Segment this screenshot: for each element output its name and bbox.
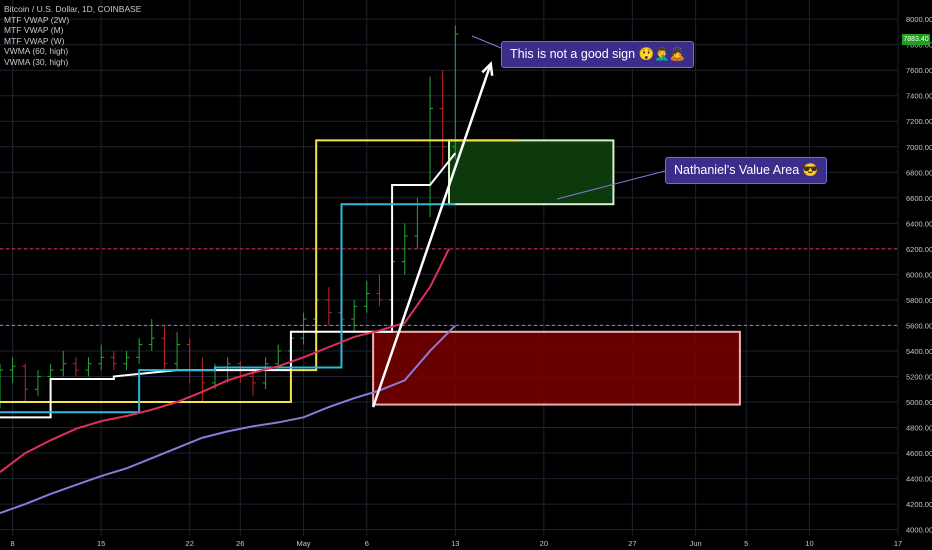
y-tick-label: 7400.00 <box>906 92 932 101</box>
candle <box>72 357 79 377</box>
y-tick-label: 6600.00 <box>906 194 932 203</box>
candle <box>237 361 244 383</box>
candle <box>85 357 92 377</box>
value-area-box <box>448 139 615 206</box>
x-tick-label: 26 <box>236 539 244 548</box>
candle <box>123 350 130 371</box>
y-tick-label: 5800.00 <box>906 296 932 305</box>
grid-lines <box>0 0 899 536</box>
indicator-vwap-2w[interactable]: MTF VWAP (2W) <box>4 15 141 26</box>
callout-pointer-sign <box>471 35 502 49</box>
y-tick-label: 7200.00 <box>906 117 932 126</box>
x-tick-label: 15 <box>97 539 105 548</box>
indicator-lines <box>0 139 519 514</box>
y-tick-label: 7600.00 <box>906 66 932 75</box>
candle <box>439 70 446 166</box>
candle <box>98 344 105 371</box>
candle <box>110 350 117 371</box>
y-tick-label: 7000.00 <box>906 143 932 152</box>
x-tick-label: 17 <box>894 539 902 548</box>
candle <box>199 357 206 402</box>
x-tick-label: 8 <box>11 539 15 548</box>
last-price-tag: 7883.40 <box>902 34 930 45</box>
x-tick-label: 27 <box>628 539 636 548</box>
indicator-vwma-30[interactable]: VWMA (30, high) <box>4 57 141 68</box>
candle <box>262 357 269 390</box>
candle <box>325 287 332 326</box>
candle <box>363 280 370 313</box>
x-tick-label: Jun <box>690 539 702 548</box>
y-tick-label: 5000.00 <box>906 398 932 407</box>
x-tick-label: 20 <box>540 539 548 548</box>
y-tick-label: 4600.00 <box>906 449 932 458</box>
y-tick-label: 5600.00 <box>906 321 932 330</box>
x-tick-label: 6 <box>365 539 369 548</box>
chart-legend: Bitcoin / U.S. Dollar, 1D, COINBASE MTF … <box>4 4 141 67</box>
symbol-title[interactable]: Bitcoin / U.S. Dollar, 1D, COINBASE <box>4 4 141 15</box>
indicator-vwap-m[interactable]: MTF VWAP (M) <box>4 25 141 36</box>
indicator-vwma-60[interactable]: VWMA (60, high) <box>4 46 141 57</box>
candle <box>34 370 41 396</box>
candle <box>300 312 307 345</box>
candle <box>148 319 155 351</box>
price-chart[interactable]: 4000.00 4200.00 4400.00 4600.00 4800.00 5000.… <box>0 0 932 550</box>
x-tick-label: May <box>296 539 310 548</box>
red-zone-box <box>372 330 741 406</box>
y-tick-label: 6800.00 <box>906 168 932 177</box>
y-tick-label: 6400.00 <box>906 219 932 228</box>
time-axis[interactable]: 8 15 22 26 May 6 13 20 27 Jun 5 10 17 <box>11 539 903 548</box>
horizontal-levels <box>0 248 898 326</box>
y-tick-label: 5200.00 <box>906 372 932 381</box>
candle <box>9 357 16 383</box>
y-tick-label: 4400.00 <box>906 475 932 484</box>
y-tick-label: 6000.00 <box>906 270 932 279</box>
candle <box>351 299 358 332</box>
price-axis[interactable]: 4000.00 4200.00 4400.00 4600.00 4800.00 5000.… <box>906 15 932 534</box>
y-tick-label: 8000.00 <box>906 15 932 24</box>
candle <box>22 363 29 402</box>
x-tick-label: 13 <box>451 539 459 548</box>
candle <box>60 350 67 377</box>
x-tick-label: 22 <box>186 539 194 548</box>
callout-value-area[interactable]: Nathaniel's Value Area 😎 <box>665 157 828 184</box>
y-tick-label: 4200.00 <box>906 500 932 509</box>
callout-bad-sign[interactable]: This is not a good sign 😲🤦‍♂️🙇 <box>501 41 695 68</box>
candle <box>376 274 383 307</box>
y-tick-label: 6200.00 <box>906 245 932 254</box>
indicator-vwap-w[interactable]: MTF VWAP (W) <box>4 36 141 47</box>
x-tick-label: 5 <box>744 539 748 548</box>
y-tick-label: 5400.00 <box>906 347 932 356</box>
x-tick-label: 10 <box>805 539 813 548</box>
candle <box>161 325 168 371</box>
y-tick-label: 4800.00 <box>906 424 932 433</box>
y-tick-label: 4000.00 <box>906 526 932 535</box>
